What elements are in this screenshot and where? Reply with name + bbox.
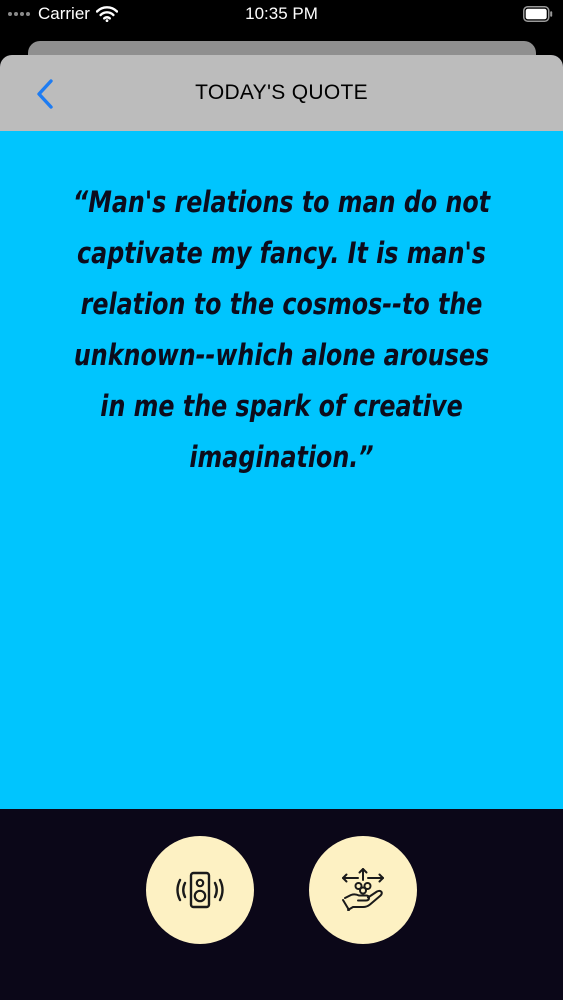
page-title: TODAY'S QUOTE [195,81,368,104]
quote-card: “Man's relations to man do not captivate… [0,131,563,809]
listen-button[interactable] [146,836,254,944]
quote-text: “Man's relations to man do not captivate… [72,185,491,474]
status-time: 10:35 PM [245,4,318,23]
speaker-icon [176,871,224,909]
share-button[interactable] [309,836,417,944]
status-bar: Carrier 10:35 PM [0,0,563,34]
nav-bar: TODAY'S QUOTE [0,55,563,131]
hand-share-icon [342,868,384,911]
battery-icon [523,6,553,22]
quote-sheet: TODAY'S QUOTE “Man's relations to man do… [0,55,563,1000]
action-bar [0,809,563,1000]
